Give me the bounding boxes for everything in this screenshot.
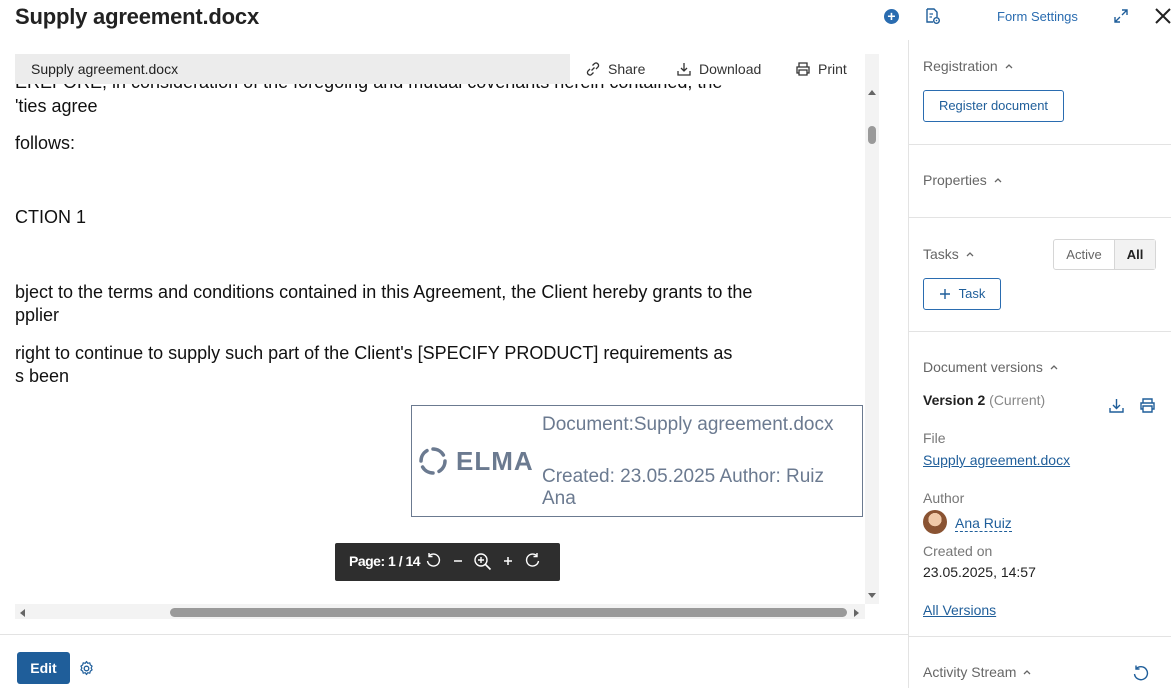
print-icon [796, 62, 810, 76]
divider [909, 144, 1171, 145]
viewer-file-name: Supply agreement.docx [15, 54, 570, 84]
download-icon[interactable] [1108, 397, 1125, 414]
versions-title: Document versions [923, 359, 1043, 375]
author-link[interactable]: Ana Ruiz [955, 515, 1012, 532]
divider [909, 217, 1171, 218]
horizontal-scroll-thumb[interactable] [170, 608, 847, 617]
download-icon [677, 63, 691, 76]
scroll-down-icon[interactable] [866, 590, 878, 600]
refresh-icon[interactable] [1132, 664, 1150, 682]
all-versions-link[interactable]: All Versions [923, 602, 996, 618]
divider [0, 634, 908, 635]
created-label: Created on [923, 543, 993, 559]
document-line: right to continue to supply such part of… [15, 343, 733, 363]
document-line: bject to the terms and conditions contai… [15, 282, 753, 302]
chevron-up-icon [1050, 365, 1058, 370]
edit-button[interactable]: Edit [17, 652, 70, 684]
download-button[interactable]: Download [676, 61, 761, 77]
registration-section-toggle[interactable]: Registration [923, 58, 1014, 74]
activity-section-toggle[interactable]: Activity Stream [923, 664, 1032, 680]
document-line: 'ties agree [15, 96, 98, 116]
stamp-document: Document:Supply agreement.docx [542, 414, 834, 435]
stamp-created: Created: 23.05.2025 Author: Ruiz [542, 466, 825, 487]
link-icon [586, 62, 600, 76]
document-page: EREFORE, in consideration of the foregoi… [15, 84, 865, 604]
version-current: (Current) [989, 392, 1046, 408]
chevron-up-icon [1023, 670, 1031, 675]
zoom-icon[interactable] [473, 552, 492, 571]
properties-title: Properties [923, 172, 987, 188]
version-number: Version 2 [923, 392, 986, 408]
divider [909, 331, 1171, 332]
add-task-label: Task [958, 286, 986, 301]
document-line: pplier [15, 305, 60, 325]
viewer-actions: Share Download Print [570, 54, 865, 84]
register-document-button[interactable]: Register document [923, 90, 1064, 122]
stamp-author: Ana [542, 488, 576, 509]
registration-title: Registration [923, 58, 998, 74]
sidebar-border [908, 40, 909, 688]
document-line: follows: [15, 133, 76, 153]
avatar [923, 510, 947, 534]
scroll-right-icon[interactable] [851, 607, 861, 619]
tasks-title: Tasks [923, 246, 959, 262]
task-filter: Active All [1053, 239, 1156, 270]
document-settings-icon[interactable] [925, 8, 941, 25]
gear-icon[interactable] [78, 660, 95, 677]
page-indicator: Page: 1 / 14 [349, 553, 421, 569]
author-label: Author [923, 490, 965, 506]
versions-section-toggle[interactable]: Document versions [923, 359, 1059, 375]
close-icon[interactable] [1154, 7, 1172, 25]
scroll-left-icon[interactable] [18, 607, 28, 619]
activity-title: Activity Stream [923, 664, 1017, 680]
add-task-button[interactable]: Task [923, 278, 1001, 310]
print-icon[interactable] [1139, 397, 1156, 414]
zoom-in-icon[interactable] [501, 552, 515, 569]
file-label: File [923, 430, 946, 446]
scroll-up-icon[interactable] [866, 88, 878, 98]
chevron-up-icon [994, 178, 1002, 183]
add-icon[interactable]: + [884, 9, 899, 24]
print-label: Print [818, 61, 847, 77]
share-label: Share [608, 61, 646, 77]
rotate-left-icon[interactable] [425, 552, 442, 569]
chevron-up-icon [966, 252, 974, 257]
version-file-link[interactable]: Supply agreement.docx [923, 452, 1070, 468]
document-viewer: EREFORE, in consideration of the foregoi… [15, 54, 879, 619]
version-heading: Version 2 (Current) [923, 392, 1045, 408]
created-value: 23.05.2025, 14:57 [923, 564, 1036, 580]
tasks-section-toggle[interactable]: Tasks [923, 246, 975, 262]
plus-icon [939, 289, 950, 299]
print-button[interactable]: Print [795, 61, 847, 77]
elma-logo-text: ELMA [456, 446, 534, 476]
chevron-up-icon [1005, 64, 1013, 69]
document-line: s been [15, 366, 70, 386]
page-controls: Page: 1 / 14 [335, 543, 560, 581]
page-title: Supply agreement.docx [15, 4, 259, 29]
properties-section-toggle[interactable]: Properties [923, 172, 1003, 188]
filter-all-tab[interactable]: All [1115, 240, 1155, 269]
rotate-right-icon[interactable] [524, 552, 541, 569]
divider [909, 636, 1171, 637]
document-line: EREFORE, in consideration of the foregoi… [15, 84, 722, 93]
expand-icon[interactable] [1113, 8, 1129, 24]
filter-active-tab[interactable]: Active [1054, 240, 1115, 269]
elma-logo-icon [418, 446, 448, 476]
zoom-out-icon[interactable] [451, 552, 465, 569]
document-line: CTION 1 [15, 207, 87, 227]
share-button[interactable]: Share [585, 61, 645, 77]
form-settings-link[interactable]: Form Settings [997, 9, 1078, 24]
vertical-scroll-thumb[interactable] [868, 126, 876, 144]
document-stamp: ELMA Document:Supply agreement.docx Crea… [411, 405, 863, 517]
download-label: Download [699, 61, 762, 77]
